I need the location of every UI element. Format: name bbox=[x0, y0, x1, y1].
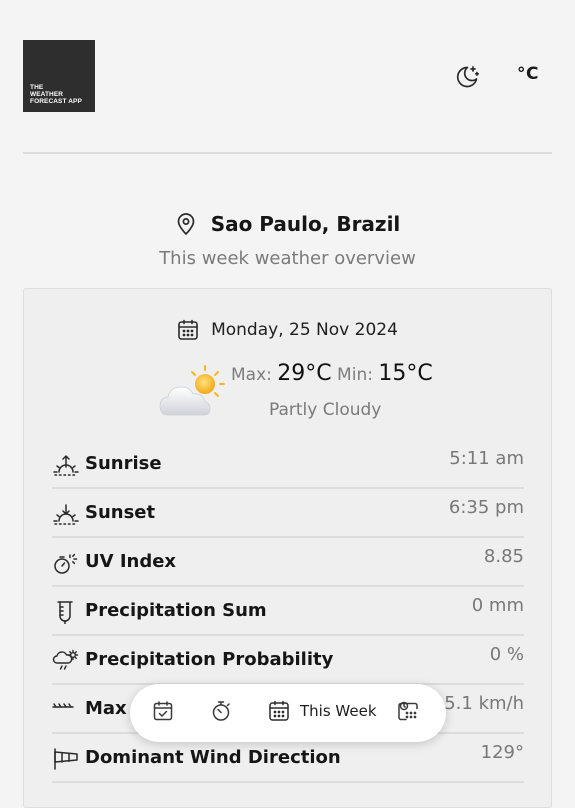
logo-line-3: FORECAST APP bbox=[30, 98, 82, 105]
rain-gauge-icon bbox=[57, 601, 73, 624]
map-pin-icon bbox=[177, 213, 195, 235]
nav-this-week-button[interactable]: This Week bbox=[268, 700, 377, 722]
detail-value: 5:11 am bbox=[449, 448, 524, 469]
partly-cloudy-icon bbox=[159, 365, 225, 416]
nav-this-week-label: This Week bbox=[300, 702, 377, 720]
wind-icon bbox=[52, 703, 74, 708]
calendar-icon bbox=[178, 319, 198, 340]
detail-row-precipitation-probability: Precipitation Probability 0 % bbox=[52, 636, 524, 685]
detail-label: Dominant Wind Direction bbox=[85, 747, 341, 768]
nav-hourly-button[interactable] bbox=[210, 700, 232, 722]
logo-line-2: WEATHER bbox=[30, 91, 64, 98]
detail-label: Max bbox=[85, 698, 127, 719]
min-label: Min: bbox=[337, 365, 373, 385]
location-subtitle: This week weather overview bbox=[159, 248, 416, 269]
bottom-navigation: This Week bbox=[130, 684, 446, 742]
app-header: THE WEATHER FORECAST APP °C bbox=[23, 40, 552, 112]
detail-value: 129° bbox=[480, 742, 524, 763]
nav-today-button[interactable] bbox=[152, 700, 174, 722]
weather-condition: Partly Cloudy bbox=[269, 400, 382, 420]
temperature-range: Max: 29°C Min: 15°C bbox=[231, 361, 433, 386]
detail-label: Precipitation Probability bbox=[85, 649, 334, 670]
unit-toggle-button[interactable]: °C bbox=[517, 64, 539, 84]
detail-label: Precipitation Sum bbox=[85, 600, 267, 621]
theme-toggle-button[interactable] bbox=[453, 63, 481, 91]
calendar-clock-icon bbox=[398, 701, 418, 721]
detail-row-uv-index: UV Index 8.85 bbox=[52, 538, 524, 587]
detail-value: 0 mm bbox=[471, 595, 524, 616]
windsock-icon bbox=[54, 748, 78, 770]
detail-row-precipitation-sum: Precipitation Sum 0 mm bbox=[52, 587, 524, 636]
detail-value: 6:35 pm bbox=[448, 497, 524, 518]
sunrise-icon bbox=[53, 454, 79, 476]
logo-line-1: THE bbox=[30, 84, 44, 91]
min-temperature: 15°C bbox=[378, 361, 433, 386]
calendar-check-icon bbox=[153, 701, 173, 721]
detail-label: UV Index bbox=[85, 551, 177, 572]
location-section: Sao Paulo, Brazil This week weather over… bbox=[0, 212, 575, 269]
detail-value: 8.85 bbox=[483, 546, 524, 567]
uv-index-icon bbox=[54, 553, 78, 574]
max-label: Max: bbox=[231, 365, 272, 385]
max-temperature: 29°C bbox=[277, 361, 332, 386]
forecast-date: Monday, 25 Nov 2024 bbox=[211, 320, 398, 340]
nav-schedule-button[interactable] bbox=[397, 700, 419, 722]
detail-label: Sunrise bbox=[85, 453, 162, 474]
detail-value: 15.1 km/h bbox=[432, 693, 524, 714]
app-logo[interactable]: THE WEATHER FORECAST APP bbox=[23, 40, 95, 112]
cloud-sun-rain-icon bbox=[52, 649, 79, 670]
header-divider bbox=[23, 152, 552, 154]
detail-label: Sunset bbox=[85, 502, 156, 523]
detail-value: 0 % bbox=[489, 644, 524, 665]
detail-row-sunrise: Sunrise 5:11 am bbox=[52, 440, 524, 489]
calendar-week-icon bbox=[269, 700, 289, 721]
moon-stars-icon bbox=[456, 66, 480, 88]
detail-row-sunset: Sunset 6:35 pm bbox=[52, 489, 524, 538]
sunset-icon bbox=[53, 504, 79, 525]
location-name: Sao Paulo, Brazil bbox=[210, 212, 401, 236]
stopwatch-icon bbox=[212, 701, 230, 721]
